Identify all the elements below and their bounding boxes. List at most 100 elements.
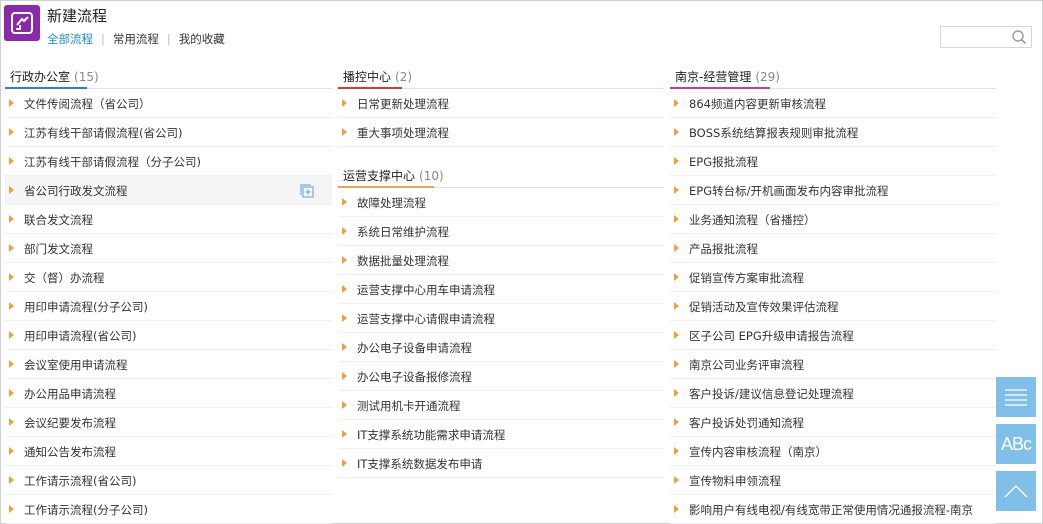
caret-right-icon xyxy=(9,360,14,368)
flow-item[interactable]: 客户投诉处罚通知流程 xyxy=(670,408,996,437)
caret-right-icon xyxy=(674,447,679,455)
tab-bar: 全部流程 | 常用流程 | 我的收藏 xyxy=(47,31,225,47)
column-broadcast-and-ops: 播控中心 (2) 日常更新处理流程 重大事项处理流程 运营支撑中心 (10) 故障处… xyxy=(338,62,664,478)
group-count: (2) xyxy=(395,70,413,84)
flow-item[interactable]: 办公电子设备报修流程 xyxy=(338,362,664,391)
flow-item[interactable]: 故障处理流程 xyxy=(338,188,664,217)
caret-right-icon xyxy=(674,157,679,165)
flow-item[interactable]: 区子公司 EPG升级申请报告流程 xyxy=(670,321,996,350)
caret-right-icon xyxy=(342,227,347,235)
caret-right-icon xyxy=(342,314,347,322)
flow-item[interactable]: 运营支撑中心请假申请流程 xyxy=(338,304,664,333)
flow-item[interactable]: 交（督）办流程 xyxy=(5,263,332,292)
flow-item[interactable]: 江苏有线干部请假流程（分子公司) xyxy=(5,147,332,176)
caret-right-icon xyxy=(674,302,679,310)
flow-item[interactable]: 省公司行政发文流程 xyxy=(5,176,332,205)
flow-item[interactable]: 产品报批流程 xyxy=(670,234,996,263)
caret-right-icon xyxy=(342,401,347,409)
flow-item[interactable]: 促销活动及宣传效果评估流程 xyxy=(670,292,996,321)
flow-item[interactable]: 重大事项处理流程 xyxy=(338,118,664,147)
flow-item[interactable]: 办公用品申请流程 xyxy=(5,379,332,408)
caret-right-icon xyxy=(674,389,679,397)
flow-item[interactable]: 联合发文流程 xyxy=(5,205,332,234)
caret-right-icon xyxy=(674,418,679,426)
flow-item[interactable]: 测试用机卡开通流程 xyxy=(338,391,664,420)
caret-right-icon xyxy=(674,273,679,281)
flow-item[interactable]: 办公电子设备申请流程 xyxy=(338,333,664,362)
caret-right-icon xyxy=(674,215,679,223)
flow-item[interactable]: 运营支撑中心用车申请流程 xyxy=(338,275,664,304)
chevron-up-icon xyxy=(1004,485,1028,498)
tab-all-flows[interactable]: 全部流程 xyxy=(47,31,93,47)
caret-right-icon xyxy=(9,447,14,455)
caret-right-icon xyxy=(9,128,14,136)
column-admin-office: 行政办公室 (15) 文件传阅流程（省公司） 江苏有线干部请假流程(省公司) 江苏… xyxy=(5,62,332,524)
flow-item[interactable]: 会议纪要发布流程 xyxy=(5,408,332,437)
group-header: 南京-经营管理 (29) xyxy=(670,62,996,89)
font-size-button[interactable]: ABc xyxy=(996,424,1036,464)
search-icon[interactable] xyxy=(1011,29,1027,45)
flow-item[interactable]: 数据批量处理流程 xyxy=(338,246,664,275)
caret-right-icon xyxy=(9,215,14,223)
group-title: 运营支撑中心 xyxy=(343,169,416,183)
flow-item[interactable]: EPG转台标/开机画面发布内容审批流程 xyxy=(670,176,996,205)
caret-right-icon xyxy=(9,389,14,397)
flow-item[interactable]: 文件传阅流程（省公司） xyxy=(5,89,332,118)
caret-right-icon xyxy=(342,99,347,107)
menu-button[interactable] xyxy=(996,377,1036,417)
tab-common-flows[interactable]: 常用流程 xyxy=(113,31,159,47)
caret-right-icon xyxy=(9,418,14,426)
flow-item[interactable]: IT支撑系统数据发布申请 xyxy=(338,449,664,478)
flow-item[interactable]: BOSS系统结算报表规则审批流程 xyxy=(670,118,996,147)
caret-right-icon xyxy=(342,343,347,351)
flow-item[interactable]: 客户投诉/建议信息登记处理流程 xyxy=(670,379,996,408)
flow-item[interactable]: 工作请示流程(省公司) xyxy=(5,466,332,495)
caret-right-icon xyxy=(342,198,347,206)
flow-item[interactable]: 日常更新处理流程 xyxy=(338,89,664,118)
page-title: 新建流程 xyxy=(47,7,108,25)
tab-divider: | xyxy=(166,32,171,46)
flow-item[interactable]: 宣传内容审核流程（南京） xyxy=(670,437,996,466)
search-input[interactable] xyxy=(945,29,1011,49)
flow-item[interactable]: 影响用户有线电视/有线宽带正常使用情况通报流程-南京 xyxy=(670,495,996,524)
flow-item[interactable]: 864频道内容更新审核流程 xyxy=(670,89,996,118)
caret-right-icon xyxy=(674,331,679,339)
flow-item[interactable]: 通知公告发布流程 xyxy=(5,437,332,466)
group-header: 播控中心 (2) xyxy=(338,62,664,89)
menu-lines-icon xyxy=(1005,389,1027,406)
caret-right-icon xyxy=(674,360,679,368)
search-box xyxy=(940,26,1032,49)
group-header: 行政办公室 (15) xyxy=(5,62,332,89)
caret-right-icon xyxy=(342,372,347,380)
flow-item[interactable]: 江苏有线干部请假流程(省公司) xyxy=(5,118,332,147)
group-header: 运营支撑中心 (10) xyxy=(338,161,664,188)
caret-right-icon xyxy=(9,186,14,194)
flow-item[interactable]: 会议室使用申请流程 xyxy=(5,350,332,379)
caret-right-icon xyxy=(674,128,679,136)
caret-right-icon xyxy=(9,505,14,513)
flow-item[interactable]: 部门发文流程 xyxy=(5,234,332,263)
flow-item[interactable]: 业务通知流程（省播控） xyxy=(670,205,996,234)
caret-right-icon xyxy=(342,256,347,264)
flow-item[interactable]: 系统日常维护流程 xyxy=(338,217,664,246)
flow-item[interactable]: 用印申请流程(省公司) xyxy=(5,321,332,350)
back-to-top-button[interactable] xyxy=(996,471,1036,511)
caret-right-icon xyxy=(9,99,14,107)
flow-item[interactable]: 宣传物料申领流程 xyxy=(670,466,996,495)
flow-item[interactable]: 促销宣传方案审批流程 xyxy=(670,263,996,292)
flow-item[interactable]: 用印申请流程(分子公司) xyxy=(5,292,332,321)
add-favorite-icon[interactable] xyxy=(300,184,314,198)
tab-divider: | xyxy=(101,32,105,46)
flow-item[interactable]: EPG报批流程 xyxy=(670,147,996,176)
flow-item[interactable]: 南京公司业务评审流程 xyxy=(670,350,996,379)
caret-right-icon xyxy=(674,505,679,513)
caret-right-icon xyxy=(342,430,347,438)
flow-item[interactable]: 工作请示流程(分子公司) xyxy=(5,495,332,524)
group-count: (15) xyxy=(74,70,99,84)
flow-item[interactable]: IT支撑系统功能需求申请流程 xyxy=(338,420,664,449)
caret-right-icon xyxy=(342,128,347,136)
app-logo xyxy=(4,5,40,41)
tab-my-favorites[interactable]: 我的收藏 xyxy=(179,31,225,47)
group-title: 播控中心 xyxy=(343,70,392,84)
caret-right-icon xyxy=(674,99,679,107)
